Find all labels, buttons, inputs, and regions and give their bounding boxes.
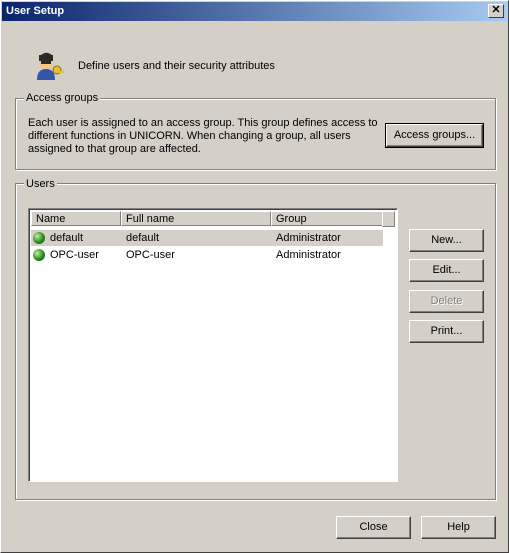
header-description: Define users and their security attribut…: [78, 60, 275, 72]
users-list-header: Name Full name Group: [31, 211, 385, 227]
access-groups-text-line2: different functions in UNICORN. When cha…: [28, 130, 351, 142]
column-header-name[interactable]: Name: [31, 211, 121, 226]
access-groups-text-line3: assigned to that group are affected.: [28, 143, 201, 155]
window-title: User Setup: [6, 5, 65, 17]
user-status-icon: [33, 232, 45, 244]
title-bar: User Setup ✕: [2, 2, 507, 21]
close-button-label: Close: [359, 521, 388, 533]
print-button[interactable]: Print...: [409, 320, 484, 343]
column-header-full-name[interactable]: Full name: [121, 211, 271, 226]
access-groups-text-line1: Each user is assigned to an access group…: [28, 117, 378, 129]
cell-group: Administrator: [276, 232, 341, 244]
delete-user-button-label: Delete: [430, 295, 463, 307]
new-user-button[interactable]: New...: [409, 229, 484, 252]
access-groups-button-label: Access groups...: [393, 129, 476, 141]
edit-user-button[interactable]: Edit...: [409, 259, 484, 282]
users-list[interactable]: Name Full name Group default default Adm…: [28, 208, 398, 482]
header-scroll-corner: [382, 211, 395, 227]
column-header-group[interactable]: Group: [271, 211, 385, 226]
close-window-button[interactable]: ✕: [488, 4, 504, 18]
table-row[interactable]: OPC-user OPC-user Administrator: [31, 247, 383, 263]
cell-group: Administrator: [276, 249, 341, 261]
close-button[interactable]: Close: [336, 516, 411, 539]
help-button[interactable]: Help: [421, 516, 496, 539]
users-label: Users: [24, 178, 57, 190]
delete-user-button[interactable]: Delete: [409, 290, 484, 313]
user-status-icon: [33, 249, 45, 261]
table-row[interactable]: default default Administrator: [31, 230, 383, 246]
cell-name: OPC-user: [50, 249, 99, 261]
edit-user-button-label: Edit...: [432, 264, 461, 276]
new-user-button-label: New...: [431, 234, 462, 246]
access-groups-label: Access groups: [24, 92, 101, 104]
cell-full-name: default: [126, 232, 160, 244]
cell-name: default: [50, 232, 84, 244]
access-groups-button[interactable]: Access groups...: [385, 123, 484, 148]
user-key-icon: [37, 52, 64, 80]
print-button-label: Print...: [430, 325, 463, 337]
cell-full-name: OPC-user: [126, 249, 175, 261]
user-setup-window: User Setup ✕ Define users and their secu…: [0, 0, 509, 553]
close-icon: ✕: [491, 4, 501, 16]
help-button-label: Help: [447, 521, 470, 533]
